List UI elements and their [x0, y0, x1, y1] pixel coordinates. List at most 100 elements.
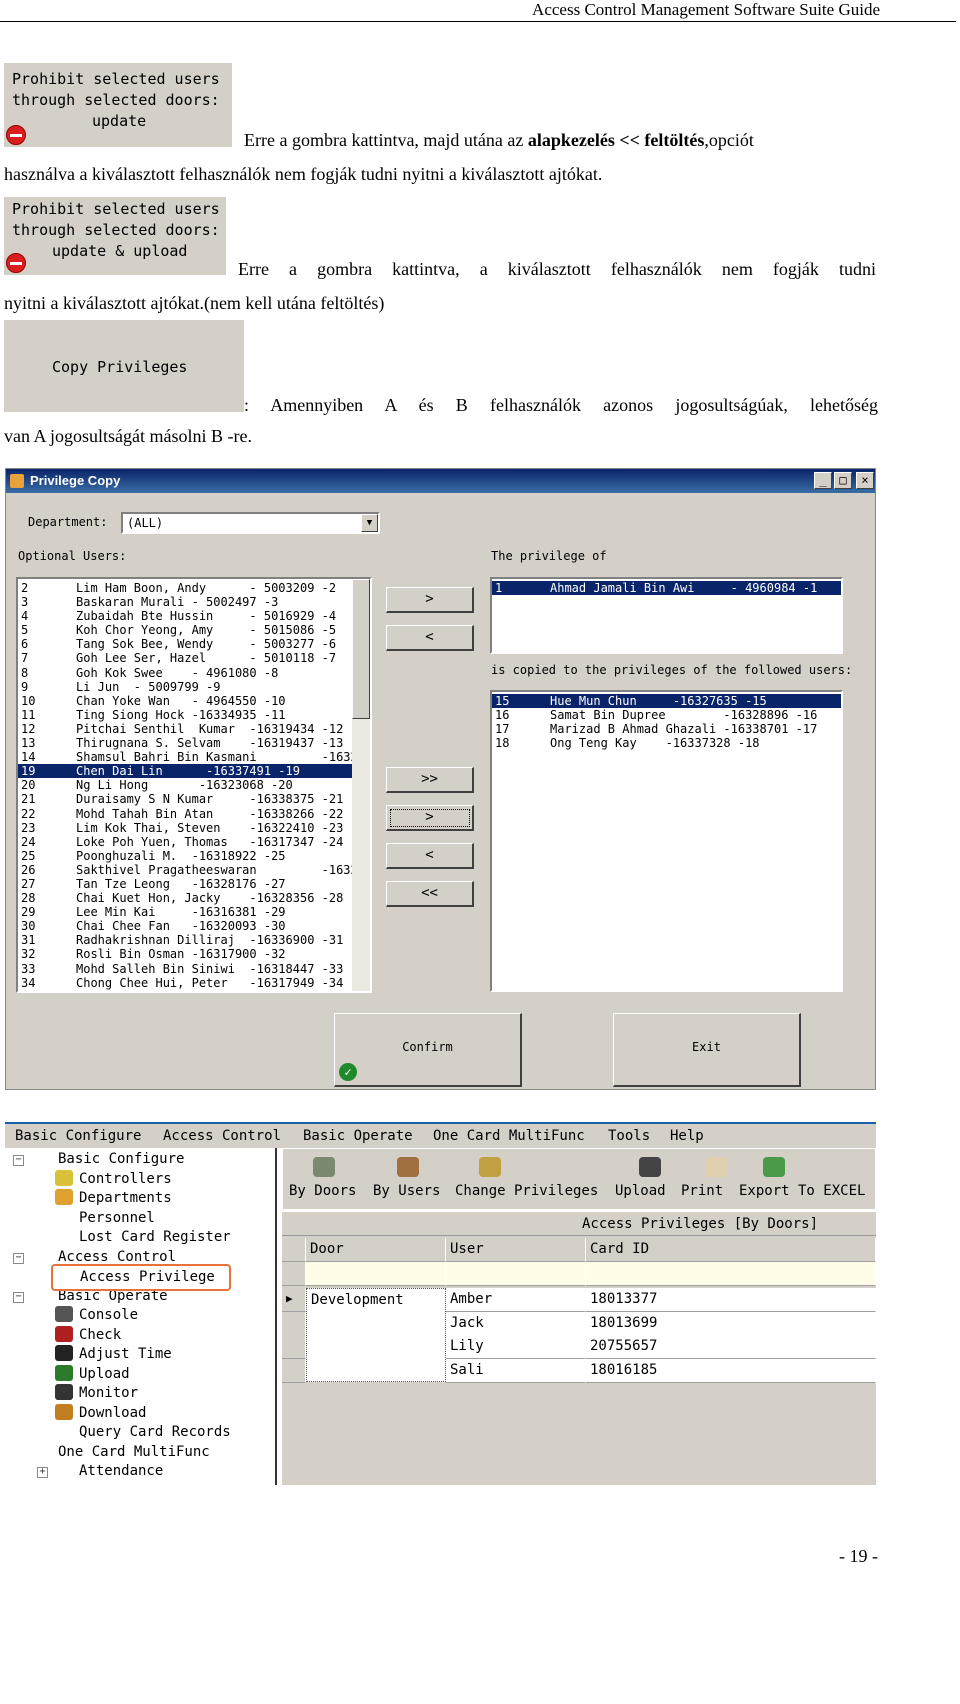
- table-cell[interactable]: Jack: [446, 1311, 586, 1336]
- list-item[interactable]: 1 Ahmad Jamali Bin Awi - 4960984 -1: [492, 581, 841, 596]
- add-all-button[interactable]: >>: [386, 767, 474, 793]
- print-button[interactable]: Print: [681, 1183, 723, 1199]
- list-item[interactable]: 21 Duraisamy S N Kumar -16338375 -21: [18, 792, 370, 806]
- list-item[interactable]: 16 Samat Bin Dupree -16328896 -16: [492, 708, 841, 722]
- tree-item-personnel[interactable]: Personnel: [55, 1208, 155, 1228]
- list-item[interactable]: 2 Lim Ham Boon, Andy - 5003209 -2: [18, 581, 370, 595]
- menu-tools[interactable]: Tools: [608, 1124, 650, 1148]
- expand-icon[interactable]: +: [37, 1467, 48, 1478]
- table-cell[interactable]: Development: [306, 1288, 446, 1382]
- list-item[interactable]: 34 Chong Chee Hui, Peter -16317949 -34: [18, 976, 370, 990]
- tree-item-download[interactable]: Download: [55, 1403, 146, 1423]
- source-user-list[interactable]: 1 Ahmad Jamali Bin Awi - 4960984 -1: [490, 577, 843, 654]
- by-users-button[interactable]: By Users: [373, 1183, 440, 1199]
- list-item[interactable]: 30 Chai Chee Fan -16320093 -30: [18, 919, 370, 933]
- list-item[interactable]: 33 Mohd Salleh Bin Siniwi -16318447 -33: [18, 962, 370, 976]
- list-item[interactable]: 31 Radhakrishnan Dilliraj -16336900 -31: [18, 933, 370, 947]
- tree-item-one-card-multifunc[interactable]: One Card MultiFunc: [58, 1443, 210, 1462]
- tree-item-console[interactable]: Console: [55, 1306, 138, 1325]
- optional-users-list[interactable]: 2 Lim Ham Boon, Andy - 5003209 -2 3 Baskara…: [16, 577, 372, 993]
- list-item[interactable]: 15 Hue Mun Chun -16327635 -15: [492, 694, 841, 709]
- list-item[interactable]: 4 Zubaidah Bte Hussin - 5016929 -4: [18, 609, 370, 623]
- collapse-icon[interactable]: −: [13, 1252, 24, 1264]
- list-item[interactable]: 18 Ong Teng Kay -16337328 -18: [492, 736, 841, 750]
- list-item[interactable]: 23 Lim Kok Thai, Steven -16322410 -23: [18, 821, 370, 835]
- list-item[interactable]: 6 Tang Sok Bee, Wendy - 5003277 -6: [18, 637, 370, 651]
- menu-basic-configure[interactable]: Basic Configure: [15, 1124, 141, 1148]
- department-select[interactable]: (ALL) ▼: [121, 512, 380, 534]
- menu-access-control[interactable]: Access Control: [163, 1124, 281, 1148]
- tree-item-access-privilege[interactable]: Access Privilege: [51, 1264, 231, 1291]
- list-item[interactable]: 28 Chai Kuet Hon, Jacky -16328356 -28: [18, 891, 370, 905]
- target-users-list[interactable]: 15 Hue Mun Chun -16327635 -15 16 Samat Bin …: [490, 690, 843, 992]
- tree-item-basic-configure[interactable]: Basic Configure: [58, 1150, 184, 1169]
- scrollbar-thumb[interactable]: [352, 579, 370, 719]
- filter-cell[interactable]: [586, 1262, 876, 1286]
- column-header-door[interactable]: Door: [306, 1238, 446, 1262]
- collapse-icon[interactable]: −: [13, 1155, 24, 1166]
- maximize-button[interactable]: □: [834, 472, 852, 489]
- list-item[interactable]: 26 Sakthivel Pragatheeswaran -16328: [18, 863, 370, 877]
- tree-item-monitor[interactable]: Monitor: [55, 1384, 138, 1403]
- list-item[interactable]: 11 Ting Siong Hock -16334935 -11: [18, 708, 370, 722]
- minimize-button[interactable]: _: [814, 472, 832, 489]
- tree-item-controllers[interactable]: Controllers: [55, 1169, 172, 1189]
- collapse-icon[interactable]: −: [13, 1291, 24, 1303]
- list-item[interactable]: 7 Goh Lee Ser, Hazel - 5010118 -7: [18, 651, 370, 665]
- export-to-excel-button[interactable]: Export To EXCEL: [739, 1183, 865, 1199]
- user-number: 3: [21, 595, 29, 610]
- table-cell[interactable]: Sali: [446, 1358, 586, 1383]
- tree-item-check[interactable]: Check: [55, 1325, 121, 1345]
- list-item[interactable]: 24 Loke Poh Yuen, Thomas -16317347 -24: [18, 835, 370, 849]
- change-privileges-button[interactable]: Change Privileges: [455, 1183, 598, 1199]
- list-item[interactable]: 12 Pitchai Senthil Kumar -16319434 -12: [18, 722, 370, 736]
- table-cell[interactable]: 18013377: [586, 1288, 876, 1312]
- filter-cell[interactable]: [306, 1262, 446, 1286]
- list-item[interactable]: 5 Koh Chor Yeong, Amy - 5015086 -5: [18, 623, 370, 637]
- list-item[interactable]: 20 Ng Li Hong -16323068 -20: [18, 778, 370, 792]
- list-item[interactable]: 10 Chan Yoke Wan - 4964550 -10: [18, 694, 370, 708]
- scrollbar[interactable]: [352, 579, 370, 991]
- add-button[interactable]: >: [386, 805, 474, 831]
- by-doors-button[interactable]: By Doors: [289, 1183, 356, 1199]
- tree-item-upload[interactable]: Upload: [55, 1364, 130, 1384]
- table-cell[interactable]: Amber: [446, 1288, 586, 1312]
- list-item[interactable]: 19 Chen Dai Lin -16337491 -19: [18, 764, 370, 779]
- table-cell[interactable]: 18013699: [586, 1311, 876, 1336]
- list-item[interactable]: 25 Poonghuzali M. -16318922 -25: [18, 849, 370, 863]
- table-cell[interactable]: Lily: [446, 1335, 586, 1359]
- menu-help[interactable]: Help: [670, 1124, 704, 1148]
- table-cell[interactable]: 18016185: [586, 1358, 876, 1383]
- list-item[interactable]: 9 Li Jun - 5009799 -9: [18, 680, 370, 694]
- confirm-button[interactable]: Confirm ✓: [334, 1013, 522, 1087]
- list-item[interactable]: 3 Baskaran Murali - 5002497 -3: [18, 595, 370, 609]
- remove-source-button[interactable]: <: [386, 625, 474, 651]
- list-item[interactable]: 13 Thirugnana S. Selvam -16319437 -13: [18, 736, 370, 750]
- tree-item-adjust-time[interactable]: Adjust Time: [55, 1345, 172, 1364]
- tree-item-departments[interactable]: Departments: [55, 1189, 172, 1208]
- filter-cell[interactable]: [446, 1262, 586, 1286]
- remove-button[interactable]: <: [386, 843, 474, 869]
- exit-button[interactable]: Exit: [613, 1013, 801, 1087]
- table-cell[interactable]: 20755657: [586, 1335, 876, 1359]
- close-button[interactable]: ×: [856, 472, 874, 489]
- chevron-down-icon[interactable]: ▼: [361, 514, 378, 532]
- column-header-card-id[interactable]: Card ID: [586, 1238, 876, 1262]
- remove-all-button[interactable]: <<: [386, 881, 474, 907]
- list-item[interactable]: 22 Mohd Tahah Bin Atan -16338266 -22: [18, 807, 370, 821]
- add-source-button[interactable]: >: [386, 587, 474, 613]
- list-item[interactable]: 14 Shamsul Bahri Bin Kasmani -16324: [18, 750, 370, 764]
- list-item[interactable]: 29 Lee Min Kai -16316381 -29: [18, 905, 370, 919]
- list-item[interactable]: 8 Goh Kok Swee - 4961080 -8: [18, 666, 370, 680]
- navigation-tree[interactable]: Basic Configure − Controllers Departments Pe…: [5, 1148, 277, 1485]
- tree-item-query-card-records[interactable]: Query Card Records: [55, 1423, 231, 1442]
- tree-item-attendance[interactable]: Attendance: [55, 1462, 163, 1481]
- upload-button[interactable]: Upload: [615, 1183, 666, 1199]
- column-header-user[interactable]: User: [446, 1238, 586, 1262]
- menu-basic-operate[interactable]: Basic Operate: [303, 1124, 413, 1148]
- list-item[interactable]: 27 Tan Tze Leong -16328176 -27: [18, 877, 370, 891]
- menu-one-card-multifunc[interactable]: One Card MultiFunc: [433, 1124, 585, 1148]
- list-item[interactable]: 17 Marizad B Ahmad Ghazali -16338701 -17: [492, 722, 841, 736]
- list-item[interactable]: 32 Rosli Bin Osman -16317900 -32: [18, 947, 370, 961]
- tree-item-lost-card-register[interactable]: Lost Card Register: [55, 1228, 231, 1247]
